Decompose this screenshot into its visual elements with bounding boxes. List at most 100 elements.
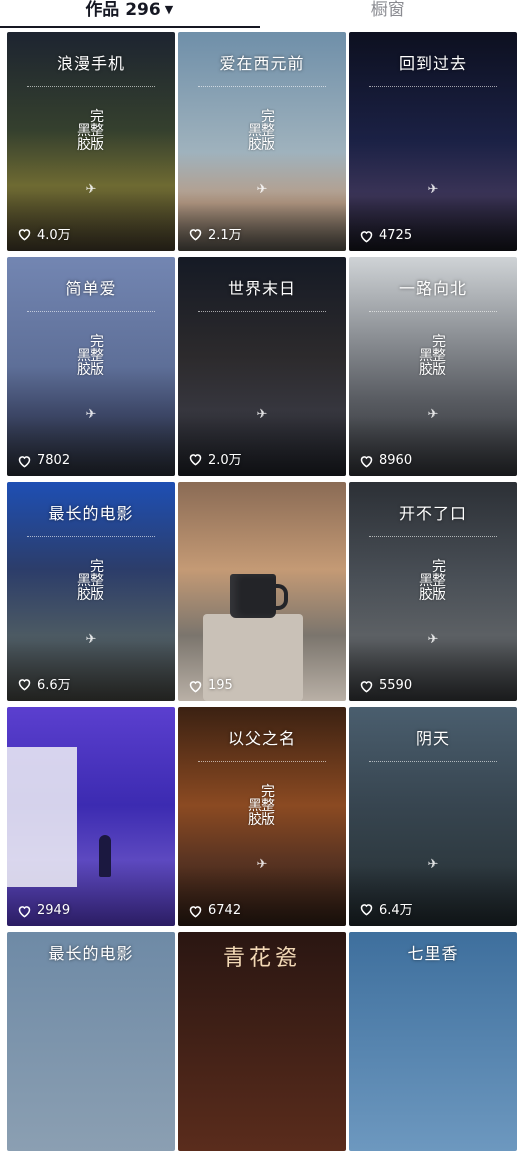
like-count: 6.6万	[17, 674, 71, 693]
like-count-value: 6.6万	[37, 674, 71, 693]
video-title: 浪漫手机	[7, 50, 175, 74]
video-tile[interactable]: 开不了口 黑胶完整版 ✈ 5590	[349, 482, 517, 701]
divider	[27, 536, 155, 538]
video-tile[interactable]: 世界末日 ✈ 2.0万	[178, 257, 346, 476]
divider	[369, 761, 497, 763]
full-version-badge: 黑胶完整版	[419, 335, 455, 377]
heart-outline-icon	[188, 904, 203, 918]
heart-outline-icon	[188, 452, 203, 466]
video-tile[interactable]: 以父之名 黑胶完整版 ✈ 6742	[178, 707, 346, 926]
like-count: 2.0万	[188, 449, 242, 468]
video-tile[interactable]: 浪漫手机 黑胶完整版 ✈ 4.0万	[7, 32, 175, 251]
video-title: 简单爱	[7, 275, 175, 299]
heart-outline-icon	[17, 904, 32, 918]
like-count-value: 2949	[37, 903, 70, 918]
full-version-badge: 黑胶完整版	[248, 785, 284, 827]
like-count: 4725	[359, 228, 412, 243]
full-version-badge: 黑胶完整版	[419, 560, 455, 602]
full-version-badge: 黑胶完整版	[248, 110, 284, 152]
video-title: 回到过去	[349, 50, 517, 74]
like-count-value: 2.0万	[208, 449, 242, 468]
heart-outline-icon	[17, 227, 32, 241]
mug-image	[230, 574, 276, 618]
divider	[198, 311, 326, 313]
like-count: 2.1万	[188, 224, 242, 243]
heart-outline-icon	[188, 679, 203, 693]
like-count: 8960	[359, 453, 412, 468]
tab-favorites-label: 橱窗	[371, 0, 405, 20]
paper-plane-icon: ✈	[178, 407, 346, 422]
video-title: 最长的电影	[7, 940, 175, 964]
video-title: 开不了口	[349, 500, 517, 524]
stage-screen	[7, 747, 77, 887]
like-count: 5590	[359, 678, 412, 693]
video-title: 爱在西元前	[178, 50, 346, 74]
divider	[369, 86, 497, 88]
paper-plane-icon: ✈	[7, 182, 175, 197]
paper-plane-icon: ✈	[178, 182, 346, 197]
divider	[369, 311, 497, 313]
like-count-value: 4.0万	[37, 224, 71, 243]
like-count-value: 6742	[208, 903, 241, 918]
video-tile[interactable]: 最长的电影	[7, 932, 175, 1151]
heart-outline-icon	[359, 679, 374, 693]
video-tile[interactable]: 简单爱 黑胶完整版 ✈ 7802	[7, 257, 175, 476]
paper-plane-icon: ✈	[7, 407, 175, 422]
video-tile[interactable]: 阴天 ✈ 6.4万	[349, 707, 517, 926]
active-tab-indicator	[0, 26, 260, 28]
like-count: 2949	[17, 903, 70, 918]
like-count: 7802	[17, 453, 70, 468]
like-count-value: 2.1万	[208, 224, 242, 243]
divider	[27, 86, 155, 88]
full-version-badge: 黑胶完整版	[77, 335, 113, 377]
heart-outline-icon	[188, 227, 203, 241]
video-grid: 浪漫手机 黑胶完整版 ✈ 4.0万 爱在西元前 黑胶完整版 ✈ 2.1万 回到过…	[7, 32, 517, 1151]
heart-outline-icon	[359, 454, 374, 468]
like-count-value: 6.4万	[379, 899, 413, 918]
video-title: 七里香	[349, 940, 517, 964]
video-title: 青花瓷	[178, 940, 346, 972]
divider	[27, 311, 155, 313]
full-version-badge: 黑胶完整版	[77, 560, 113, 602]
like-count: 195	[188, 678, 233, 693]
like-count: 4.0万	[17, 224, 71, 243]
paper-plane-icon: ✈	[178, 857, 346, 872]
divider	[198, 86, 326, 88]
like-count-value: 195	[208, 678, 233, 693]
video-tile[interactable]: 七里香	[349, 932, 517, 1151]
video-tile[interactable]: 一路向北 黑胶完整版 ✈ 8960	[349, 257, 517, 476]
video-title: 以父之名	[178, 725, 346, 749]
profile-tabs: 作品 296 ▼ 橱窗	[0, 0, 517, 28]
heart-outline-icon	[17, 454, 32, 468]
heart-outline-icon	[17, 677, 32, 691]
video-tile[interactable]: 爱在西元前 黑胶完整版 ✈ 2.1万	[178, 32, 346, 251]
video-tile[interactable]: 最长的电影 黑胶完整版 ✈ 6.6万	[7, 482, 175, 701]
divider	[369, 536, 497, 538]
like-count: 6742	[188, 903, 241, 918]
video-tile[interactable]: 2949	[7, 707, 175, 926]
performer-figure	[99, 835, 111, 877]
like-count: 6.4万	[359, 899, 413, 918]
video-tile[interactable]: 195	[178, 482, 346, 701]
paper-plane-icon: ✈	[349, 857, 517, 872]
video-title: 一路向北	[349, 275, 517, 299]
video-title: 阴天	[349, 725, 517, 749]
tab-favorites[interactable]: 橱窗	[259, 0, 517, 20]
video-title: 世界末日	[178, 275, 346, 299]
full-version-badge: 黑胶完整版	[77, 110, 113, 152]
paper-plane-icon: ✈	[349, 632, 517, 647]
video-tile[interactable]: 青花瓷	[178, 932, 346, 1151]
video-tile[interactable]: 回到过去 ✈ 4725	[349, 32, 517, 251]
divider	[198, 761, 326, 763]
heart-outline-icon	[359, 229, 374, 243]
caret-down-icon: ▼	[165, 3, 173, 16]
paper-plane-icon: ✈	[7, 632, 175, 647]
paper-plane-icon: ✈	[349, 182, 517, 197]
like-count-value: 5590	[379, 678, 412, 693]
like-count-value: 8960	[379, 453, 412, 468]
paper-plane-icon: ✈	[349, 407, 517, 422]
like-count-value: 7802	[37, 453, 70, 468]
heart-outline-icon	[359, 902, 374, 916]
tab-works-label: 作品 296	[85, 0, 160, 20]
tab-works[interactable]: 作品 296 ▼	[0, 0, 259, 20]
